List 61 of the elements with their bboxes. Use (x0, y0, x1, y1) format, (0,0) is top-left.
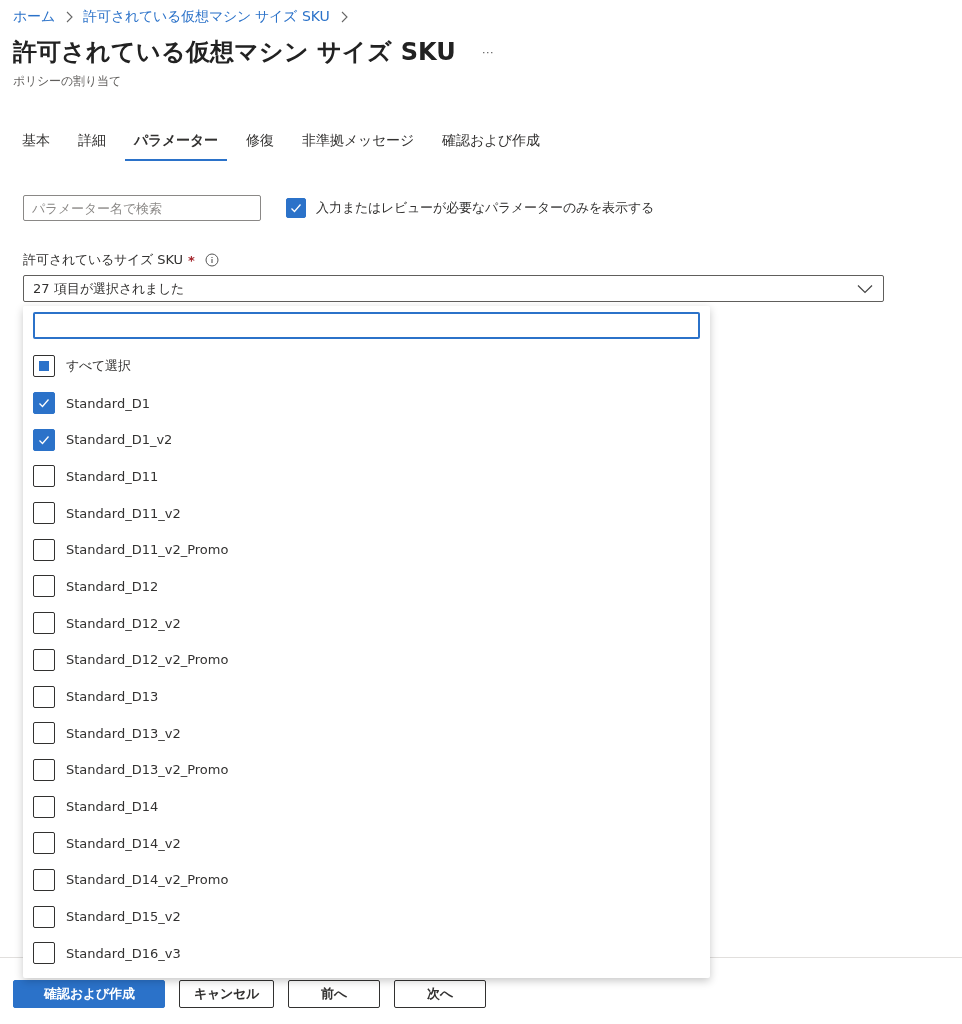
filter-input[interactable] (33, 312, 700, 339)
checkbox[interactable] (33, 612, 55, 635)
checkbox[interactable] (33, 538, 55, 561)
option-label: Standard_D13_v2 (66, 725, 181, 741)
option-label: Standard_D14_v2_Promo (66, 872, 229, 888)
option-label: Standard_D16_v3 (66, 945, 181, 961)
tab[interactable]: 確認および作成 (433, 124, 549, 161)
page-subtitle: ポリシーの割り当て (13, 73, 122, 90)
option-label: Standard_D1_v2 (66, 432, 173, 448)
checkbox[interactable] (33, 648, 55, 671)
tab[interactable]: 非準拠メッセージ (293, 124, 423, 161)
info-icon (204, 253, 219, 267)
search-field[interactable]: パラメーター名で検索 (23, 195, 261, 221)
chevron-right-icon (65, 11, 73, 23)
footer-button[interactable]: キャンセル (179, 980, 274, 1008)
option-label: すべて選択 (66, 357, 131, 376)
breadcrumb-link[interactable]: ホーム (13, 8, 55, 26)
checkbox[interactable] (33, 355, 55, 378)
option-label: Standard_D13 (66, 689, 159, 705)
option-label: Standard_D12_v2 (66, 615, 181, 631)
tab[interactable]: 基本 (13, 124, 59, 161)
footer-button[interactable]: 前へ (288, 980, 380, 1008)
option-label: Standard_D14_v2 (66, 835, 181, 851)
option-label: Standard_D14 (66, 799, 159, 815)
option-label: Standard_D11_v2_Promo (66, 542, 229, 558)
checkbox[interactable] (33, 758, 55, 781)
checkbox[interactable] (33, 795, 55, 818)
checkbox[interactable] (33, 685, 55, 708)
checkbox[interactable] (33, 868, 55, 891)
footer-button[interactable]: 次へ (394, 980, 486, 1008)
checkbox-label: 入力またはレビューが必要なパラメーターのみを表示する (316, 199, 654, 217)
breadcrumb-link[interactable]: 許可されている仮想マシン サイズ SKU (83, 8, 330, 26)
dropdown[interactable]: 27 項目が選択されました (23, 275, 884, 302)
option-label: Standard_D12_v2_Promo (66, 652, 229, 668)
footer-button[interactable]: 確認および作成 (13, 980, 165, 1008)
chevron-down-icon (857, 283, 873, 294)
checkbox[interactable] (33, 428, 55, 451)
option-label: Standard_D1 (66, 395, 150, 411)
more-button[interactable]: ··· (477, 45, 498, 59)
checkbox[interactable] (33, 465, 55, 488)
option-label: Standard_D15_v2 (66, 909, 181, 925)
checkbox[interactable] (33, 722, 55, 745)
field-label: 許可されているサイズ SKU (23, 251, 184, 269)
tab[interactable]: 修復 (237, 124, 283, 161)
checkbox[interactable] (33, 832, 55, 855)
option-label: Standard_D12 (66, 578, 159, 594)
tab[interactable]: 詳細 (69, 124, 115, 161)
checkbox[interactable] (33, 905, 55, 928)
chevron-right-icon (339, 11, 348, 23)
checkbox[interactable] (286, 198, 306, 218)
checkbox[interactable] (33, 502, 55, 525)
option-label: Standard_D11_v2 (66, 505, 181, 521)
required-marker: * (188, 252, 195, 268)
check-icon (289, 201, 303, 215)
option-label: Standard_D11 (66, 468, 159, 484)
tab[interactable]: パラメーター (125, 124, 227, 161)
checkbox[interactable] (33, 575, 55, 598)
checkbox[interactable] (33, 942, 55, 965)
option-label: Standard_D13_v2_Promo (66, 762, 229, 778)
page-title: 許可されている仮想マシン サイズ SKU (13, 37, 456, 68)
checkbox[interactable] (33, 392, 55, 415)
